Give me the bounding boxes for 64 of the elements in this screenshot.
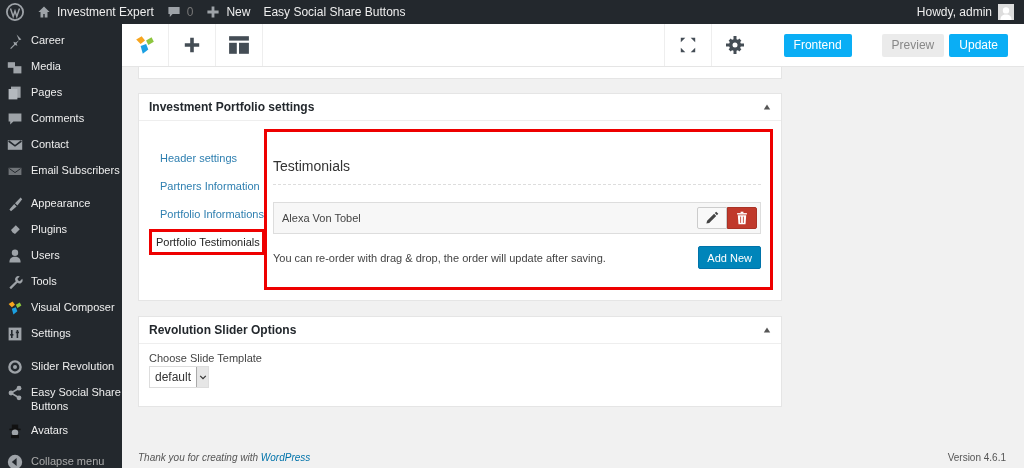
section-heading: Testimonials bbox=[273, 158, 352, 174]
fullscreen-icon[interactable] bbox=[678, 36, 697, 54]
plus-icon[interactable] bbox=[183, 36, 201, 54]
panel-title: Investment Portfolio settings bbox=[149, 100, 315, 114]
trash-icon bbox=[735, 211, 749, 225]
sidebar-item[interactable]: Users bbox=[31, 248, 122, 262]
hint-text: You can re-order with drag & drop, the order will update after saving. bbox=[273, 251, 606, 264]
add-new-button[interactable]: Add New bbox=[698, 246, 761, 269]
collapse-menu-link[interactable]: Collapse menu bbox=[31, 454, 122, 468]
layout-icon[interactable] bbox=[228, 34, 250, 56]
pencil-icon bbox=[705, 211, 719, 225]
sidebar-item[interactable]: Visual Composer bbox=[31, 300, 122, 314]
sidebar-item[interactable]: Media bbox=[31, 59, 122, 73]
sidebar-item[interactable]: Settings bbox=[31, 326, 122, 340]
footer-text: Thank you for creating with WordPress bbox=[138, 452, 311, 463]
panel-title: Revolution Slider Options bbox=[149, 323, 297, 337]
pages-icon[interactable] bbox=[7, 85, 23, 101]
sidebar-item[interactable]: Tools bbox=[31, 274, 122, 288]
sidebar-item[interactable]: Comments bbox=[31, 111, 122, 125]
sidebar-item[interactable]: Contact bbox=[31, 137, 122, 151]
comment-icon[interactable] bbox=[166, 5, 181, 19]
logo-icon[interactable] bbox=[7, 300, 23, 316]
paintbrush-icon[interactable] bbox=[7, 196, 23, 212]
hat-figure-icon[interactable] bbox=[7, 423, 23, 439]
wordpress-logo-icon[interactable] bbox=[6, 3, 24, 21]
collapse-arrow-icon[interactable] bbox=[763, 103, 771, 111]
site-name: Investment Expert bbox=[57, 5, 154, 19]
sidebar-item[interactable]: Plugins bbox=[31, 222, 122, 236]
comment-icon[interactable] bbox=[7, 111, 23, 127]
settings-tab[interactable]: Header settings bbox=[149, 145, 264, 172]
share-icon[interactable] bbox=[7, 385, 23, 401]
settings-tab[interactable]: Portfolio Testimonials bbox=[149, 229, 265, 255]
new-link[interactable]: New bbox=[226, 5, 251, 19]
template-select[interactable]: default bbox=[149, 366, 210, 388]
settings-tab[interactable]: Portfolio Informations bbox=[149, 201, 264, 228]
user-icon[interactable] bbox=[7, 248, 23, 264]
field-label: Choose Slide Template bbox=[149, 352, 263, 364]
sidebar-item[interactable]: Avatars bbox=[31, 423, 122, 437]
testimonial-name: Alexa Von Tobel bbox=[282, 212, 361, 224]
sidebar-item[interactable]: Email Subscribers bbox=[31, 163, 122, 177]
sidebar-item[interactable]: Slider Revolution bbox=[31, 359, 122, 373]
collapse-icon[interactable] bbox=[7, 454, 23, 468]
sliders-icon[interactable] bbox=[7, 326, 23, 342]
home-icon bbox=[37, 5, 51, 19]
delete-button[interactable] bbox=[727, 207, 757, 229]
circle-icon[interactable] bbox=[7, 359, 23, 375]
wordpress-link[interactable]: WordPress bbox=[260, 452, 311, 463]
plugin-link[interactable]: Easy Social Share Buttons bbox=[263, 5, 406, 19]
settings-tab[interactable]: Partners Information bbox=[149, 173, 264, 200]
media-icon[interactable] bbox=[7, 59, 23, 75]
sidebar-item[interactable]: Appearance bbox=[31, 196, 122, 210]
sidebar-item[interactable]: Pages bbox=[31, 85, 122, 99]
chevron-down-icon bbox=[198, 373, 207, 381]
envelope-icon[interactable] bbox=[7, 137, 23, 153]
plus-icon[interactable] bbox=[206, 5, 221, 19]
settings-icon[interactable] bbox=[724, 35, 745, 55]
version-text: Version 4.6.1 bbox=[947, 452, 1006, 463]
testimonial-row[interactable]: Alexa Von Tobel bbox=[273, 202, 761, 234]
collapse-arrow-icon[interactable] bbox=[763, 326, 771, 334]
edit-button[interactable] bbox=[697, 207, 727, 229]
sidebar-item[interactable]: Easy Social Share Buttons bbox=[31, 385, 122, 413]
sidebar-item[interactable]: Career bbox=[31, 33, 122, 47]
wrench-icon[interactable] bbox=[7, 274, 23, 290]
greeting-link[interactable]: Howdy, admin bbox=[916, 5, 992, 19]
